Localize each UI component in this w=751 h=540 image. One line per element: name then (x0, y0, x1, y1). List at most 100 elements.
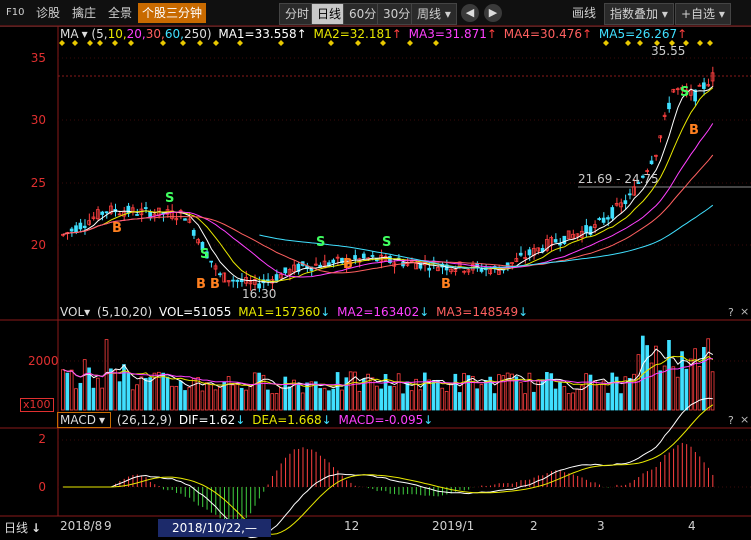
volume-bar (654, 345, 658, 411)
candle-body (518, 252, 523, 256)
volume-bar (130, 389, 135, 411)
ma5-arrow: ↑ (677, 27, 688, 41)
x-axis-label: 9 (104, 519, 112, 533)
volume-bar (209, 384, 214, 411)
macd-params: (26,12,9) (116, 413, 173, 427)
ma2-value: MA2=32.181 (313, 27, 392, 41)
volume-bar (218, 387, 222, 411)
ma3-value: MA3=31.871 (408, 27, 487, 41)
volume-bar (606, 392, 610, 411)
volume-bar (575, 388, 580, 411)
volume-bar (327, 390, 331, 411)
volume-bar (523, 393, 527, 411)
candle-body (331, 259, 336, 264)
trade-signal-marker: S (382, 235, 391, 250)
kline-chart[interactable]: BSSB BSBSBSB (0, 0, 751, 540)
ma-indicator-name[interactable]: MA (60, 27, 79, 41)
vol-value: VOL=51055 (159, 305, 232, 319)
macd-help-icon[interactable]: ? (728, 414, 734, 427)
volume-bar (300, 392, 305, 411)
volume-bar (74, 388, 78, 411)
macd-axis-label: 2 (38, 432, 46, 446)
candle-body (553, 239, 558, 243)
candle-body (649, 160, 654, 165)
candle-body (100, 211, 104, 215)
volume-bar (619, 393, 623, 411)
candle-body (370, 255, 375, 257)
volume-bar (484, 379, 488, 411)
dif-value: DIF=1.62 (178, 413, 236, 427)
volume-bar (688, 358, 693, 411)
candle-body (667, 102, 671, 110)
volume-bar (244, 389, 248, 411)
dea-value: DEA=1.668 (252, 413, 322, 427)
range-label: 21.69 - 24.75 (578, 172, 659, 186)
volume-bar (562, 385, 567, 411)
volume-bar (558, 382, 562, 411)
volume-bar (165, 376, 170, 411)
chevron-down-icon: ▾ (98, 413, 106, 427)
volume-bar (671, 366, 676, 411)
vol-axis-label: 2000 (28, 354, 59, 368)
candle-body (82, 225, 87, 229)
volume-bar (270, 393, 275, 411)
candle-body (606, 217, 610, 220)
price-axis-label: 20 (30, 238, 46, 252)
volume-bar (126, 372, 131, 411)
candle-body (584, 225, 588, 234)
volume-bar (322, 387, 327, 411)
macd-indicator-selector[interactable]: MACD ▾ (57, 412, 112, 428)
volume-bar (409, 390, 414, 411)
volume-bar (662, 365, 667, 411)
chevron-down-icon[interactable]: ▾ (82, 27, 88, 41)
candle-body (361, 253, 366, 259)
volume-bar (375, 385, 379, 411)
volume-bar (91, 387, 96, 411)
vol-help-icon[interactable]: ? (728, 306, 734, 319)
volume-bar (235, 384, 240, 411)
vol-unit-label: x100 (20, 398, 54, 412)
vol-close-icon[interactable]: × (740, 305, 749, 318)
candle-body (104, 211, 109, 214)
x-axis-label: 3 (597, 519, 605, 533)
candle-body (126, 205, 131, 214)
volume-bar (82, 359, 87, 411)
volume-bar (357, 390, 362, 411)
ma-param-60: 60, (164, 27, 184, 41)
ma-param-10: 10, (107, 27, 127, 41)
volume-bar (427, 379, 431, 411)
volume-bar (335, 372, 340, 411)
candle-body (702, 82, 706, 89)
moving-average-line (259, 204, 714, 269)
ma5-value: MA5=26.267 (598, 27, 678, 41)
volume-bar (174, 385, 179, 411)
volume-bar (710, 371, 715, 411)
trade-signal-marker: B (441, 277, 451, 292)
candle-body (283, 267, 288, 274)
volume-bar (117, 381, 122, 411)
vol-indicator-name[interactable]: VOL (60, 305, 84, 319)
candle-body (209, 260, 214, 263)
period-selector[interactable]: 日线 ↓ (4, 519, 44, 536)
ma-param-30: 30, (145, 27, 165, 41)
candle-body (266, 279, 270, 282)
volume-bar (252, 372, 257, 411)
chevron-down-icon[interactable]: ▾ (84, 305, 90, 319)
volume-bar (366, 373, 370, 411)
ma-param-250: 250) (183, 27, 212, 41)
volume-bar (492, 393, 497, 411)
volume-bar (396, 373, 401, 411)
volume-bar (266, 389, 270, 411)
vol-params: (5,10,20) (97, 305, 153, 319)
low-price-label: 16.30 (242, 287, 277, 301)
volume-bar (536, 380, 540, 411)
macd-close-icon[interactable]: × (740, 413, 749, 426)
volume-bar (436, 379, 440, 411)
volume-bar (444, 390, 449, 411)
volume-bar (196, 377, 200, 411)
volume-bar (204, 382, 209, 411)
volume-bar (531, 391, 536, 411)
candle-body (235, 279, 240, 282)
volume-bar (675, 376, 680, 411)
candle-body (527, 249, 532, 256)
